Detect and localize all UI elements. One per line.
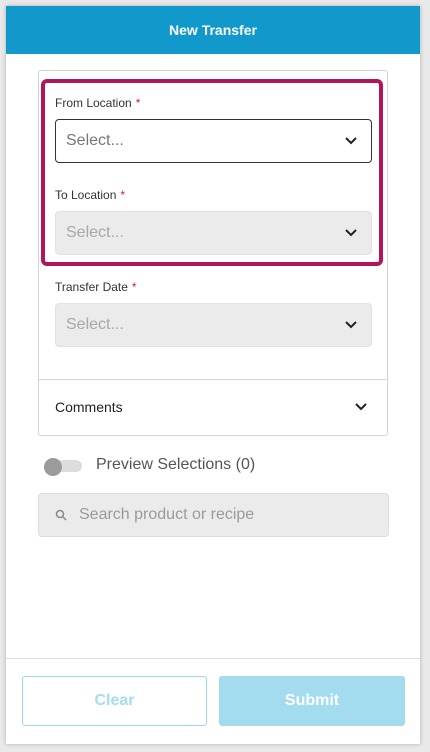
submit-button[interactable]: Submit [219,676,405,726]
chevron-down-icon [345,137,357,145]
header: New Transfer [6,6,420,54]
to-location-label-text: To Location [55,188,117,202]
from-location-value: Select... [66,132,124,149]
required-mark: * [120,188,126,202]
search-icon [55,509,67,521]
chevron-down-icon [345,321,357,329]
footer: Clear Submit [6,658,420,744]
chevron-down-icon[interactable] [355,403,367,411]
from-location-label: From Location * [55,96,140,110]
required-mark: * [135,96,141,110]
preview-selections-toggle[interactable] [44,458,84,476]
to-location-label: To Location * [55,188,125,202]
from-location-select[interactable]: Select... [55,119,372,163]
clear-button[interactable]: Clear [22,676,207,726]
divider [39,379,387,380]
comments-label: Comments [55,399,123,415]
toggle-knob [44,458,62,476]
to-location-select[interactable]: Select... [55,211,372,255]
transfer-date-value: Select... [66,316,124,333]
transfer-date-label-text: Transfer Date [55,280,128,294]
from-location-label-text: From Location [55,96,132,110]
preview-selections-label: Preview Selections (0) [96,456,256,473]
search-input[interactable] [79,494,379,536]
chevron-down-icon [345,229,357,237]
to-location-value: Select... [66,224,124,241]
required-mark: * [131,280,137,294]
transfer-date-label: Transfer Date * [55,280,137,294]
new-transfer-panel: New Transfer From Location * Select... To… [6,6,420,744]
page-title: New Transfer [169,22,257,38]
search-box [38,493,389,537]
comments-toggle[interactable]: Comments [55,399,123,415]
transfer-date-select[interactable]: Select... [55,303,372,347]
